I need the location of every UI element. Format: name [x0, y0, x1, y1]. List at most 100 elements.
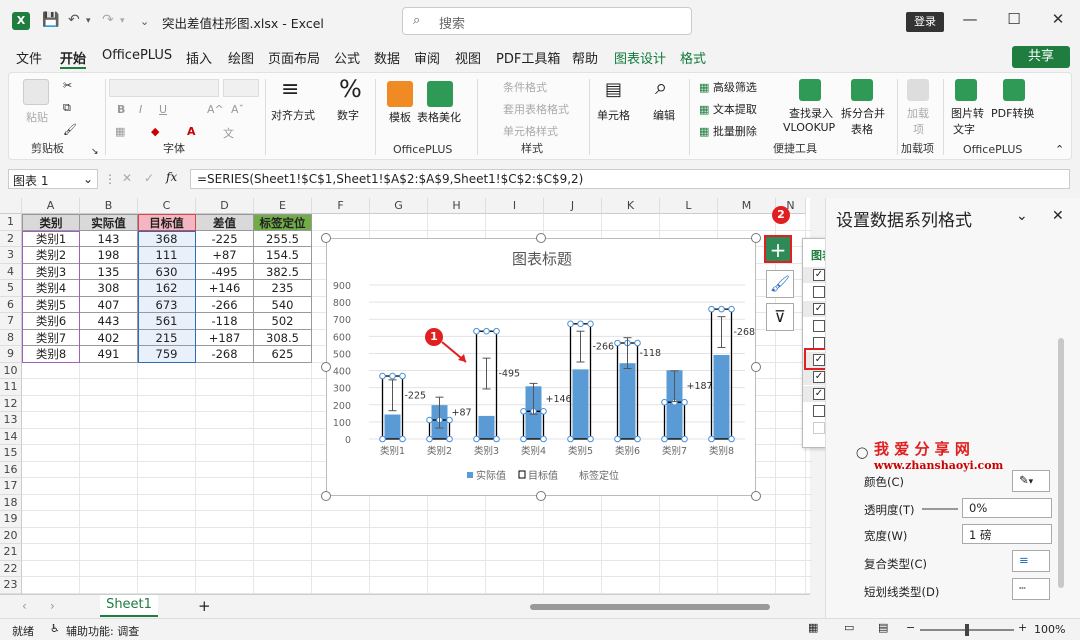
checkbox[interactable]: ✓: [813, 303, 825, 315]
template-label[interactable]: 模板: [389, 109, 411, 125]
resize-handle[interactable]: [321, 491, 331, 501]
fill-color-icon[interactable]: ◆: [151, 125, 159, 138]
add-sheet-icon[interactable]: +: [198, 597, 211, 615]
next-sheet-icon[interactable]: ›: [50, 599, 55, 613]
menu-pdf-toolbox[interactable]: PDF工具箱: [496, 48, 560, 67]
row-header[interactable]: 3: [0, 247, 22, 264]
row-header[interactable]: 6: [0, 296, 22, 313]
column-header[interactable]: K: [602, 198, 660, 214]
table-cell[interactable]: 491: [80, 346, 138, 363]
column-header[interactable]: C: [138, 198, 196, 214]
table-cell[interactable]: 135: [80, 263, 138, 280]
zoom-in-icon[interactable]: +: [1018, 621, 1027, 634]
column-header[interactable]: G: [370, 198, 428, 214]
customize-toolbar-icon[interactable]: ⌄: [140, 15, 149, 28]
table-cell[interactable]: 407: [80, 296, 138, 313]
table-cell[interactable]: 625: [254, 346, 312, 363]
zoom-level[interactable]: 100%: [1034, 623, 1065, 636]
maximize-icon[interactable]: ☐: [1004, 10, 1024, 28]
zoom-thumb[interactable]: [965, 624, 969, 636]
paste-icon[interactable]: [23, 79, 49, 105]
compound-dropdown[interactable]: ≡: [1012, 550, 1050, 572]
search-box[interactable]: ⌕ 搜索: [402, 7, 692, 35]
font-size-box[interactable]: [223, 79, 259, 97]
undo-dropdown-icon[interactable]: ▾: [86, 16, 91, 26]
font-name-box[interactable]: [109, 79, 219, 97]
table-cell[interactable]: -495: [196, 263, 254, 280]
select-all-corner[interactable]: [0, 198, 22, 214]
table-cell[interactable]: 143: [80, 230, 138, 247]
row-header[interactable]: 17: [0, 478, 22, 495]
row-header[interactable]: 12: [0, 395, 22, 412]
table-cell[interactable]: 235: [254, 280, 312, 297]
accessibility-icon[interactable]: ♿: [50, 622, 60, 635]
align-icon[interactable]: ≡: [281, 77, 299, 102]
enter-icon[interactable]: ✓: [144, 171, 154, 185]
row-header[interactable]: 23: [0, 577, 22, 594]
vlookup-label-2[interactable]: VLOOKUP: [783, 121, 835, 134]
checkbox[interactable]: ✓: [813, 388, 825, 400]
menu-page-layout[interactable]: 页面布局: [268, 48, 320, 67]
menu-insert[interactable]: 插入: [186, 48, 212, 67]
color-picker[interactable]: ✎▾: [1012, 470, 1050, 492]
column-header[interactable]: D: [196, 198, 254, 214]
table-cell[interactable]: -118: [196, 313, 254, 330]
table-header-cell[interactable]: 实际值: [80, 214, 138, 231]
row-header[interactable]: 14: [0, 428, 22, 445]
table-cell[interactable]: +146: [196, 280, 254, 297]
column-header[interactable]: L: [660, 198, 718, 214]
pdf-convert-icon[interactable]: [1003, 79, 1025, 101]
zoom-out-icon[interactable]: −: [906, 621, 915, 634]
row-header[interactable]: 15: [0, 445, 22, 462]
accessibility-status[interactable]: 辅助功能: 调查: [66, 623, 139, 639]
menu-draw[interactable]: 绘图: [228, 48, 254, 67]
collapse-ribbon-icon[interactable]: ⌃: [1055, 143, 1064, 156]
advanced-filter-button[interactable]: ▦ 高级筛选: [699, 79, 757, 95]
transparency-slider[interactable]: [922, 508, 958, 510]
addin-label-2[interactable]: 项: [913, 121, 924, 137]
table-header-cell[interactable]: 差值: [196, 214, 254, 231]
align-label[interactable]: 对齐方式: [271, 107, 315, 123]
insert-function-icon[interactable]: fx: [166, 170, 177, 184]
table-cell[interactable]: 198: [80, 247, 138, 264]
cell-style-button[interactable]: 单元格样式: [503, 123, 558, 139]
prev-sheet-icon[interactable]: ‹: [22, 599, 27, 613]
split-merge-label-2[interactable]: 表格: [851, 121, 873, 137]
underline-icon[interactable]: U: [159, 103, 167, 116]
checkbox[interactable]: [813, 422, 825, 434]
minimize-icon[interactable]: —: [960, 10, 980, 28]
chart-styles-icon[interactable]: 🖌: [766, 270, 794, 298]
width-input[interactable]: 1 磅: [962, 524, 1052, 544]
menu-view[interactable]: 视图: [455, 48, 481, 67]
row-header[interactable]: 2: [0, 230, 22, 247]
radio-auto-icon[interactable]: ◯: [856, 446, 868, 459]
menu-file[interactable]: 文件: [16, 48, 42, 67]
panel-dropdown-icon[interactable]: ⌄: [1016, 208, 1028, 224]
menu-format[interactable]: 格式: [680, 48, 706, 67]
redo-dropdown-icon[interactable]: ▾: [120, 16, 125, 26]
row-header[interactable]: 1: [0, 214, 22, 231]
conditional-format-button[interactable]: 条件格式: [503, 79, 547, 95]
resize-handle[interactable]: [751, 233, 761, 243]
menu-chart-design[interactable]: 图表设计: [614, 48, 666, 67]
redo-icon[interactable]: ↷: [102, 12, 114, 28]
row-header[interactable]: 16: [0, 461, 22, 478]
beautify-label[interactable]: 表格美化: [417, 109, 461, 125]
checkbox[interactable]: ✓: [813, 269, 825, 281]
table-cell[interactable]: 308.5: [254, 329, 312, 346]
row-header[interactable]: 11: [0, 379, 22, 396]
resize-handle[interactable]: [751, 491, 761, 501]
split-merge-icon[interactable]: [851, 79, 873, 101]
chart[interactable]: 图表标题 0 100 200 300 400 500 600 700 800 900 -225 类别1 +…: [326, 238, 756, 496]
font-decrease-icon[interactable]: Aˇ: [231, 103, 244, 116]
panel-scrollbar[interactable]: [1058, 338, 1064, 588]
phonetic-icon[interactable]: 文: [223, 125, 234, 141]
vlookup-label-1[interactable]: 查找录入: [789, 105, 833, 121]
normal-view-icon[interactable]: ▦: [808, 621, 818, 634]
font-increase-icon[interactable]: A^: [207, 103, 224, 116]
page-break-view-icon[interactable]: ▤: [878, 621, 888, 634]
table-cell[interactable]: +87: [196, 247, 254, 264]
table-cell[interactable]: +187: [196, 329, 254, 346]
resize-handle[interactable]: [321, 362, 331, 372]
batch-delete-button[interactable]: ▦ 批量删除: [699, 123, 757, 139]
